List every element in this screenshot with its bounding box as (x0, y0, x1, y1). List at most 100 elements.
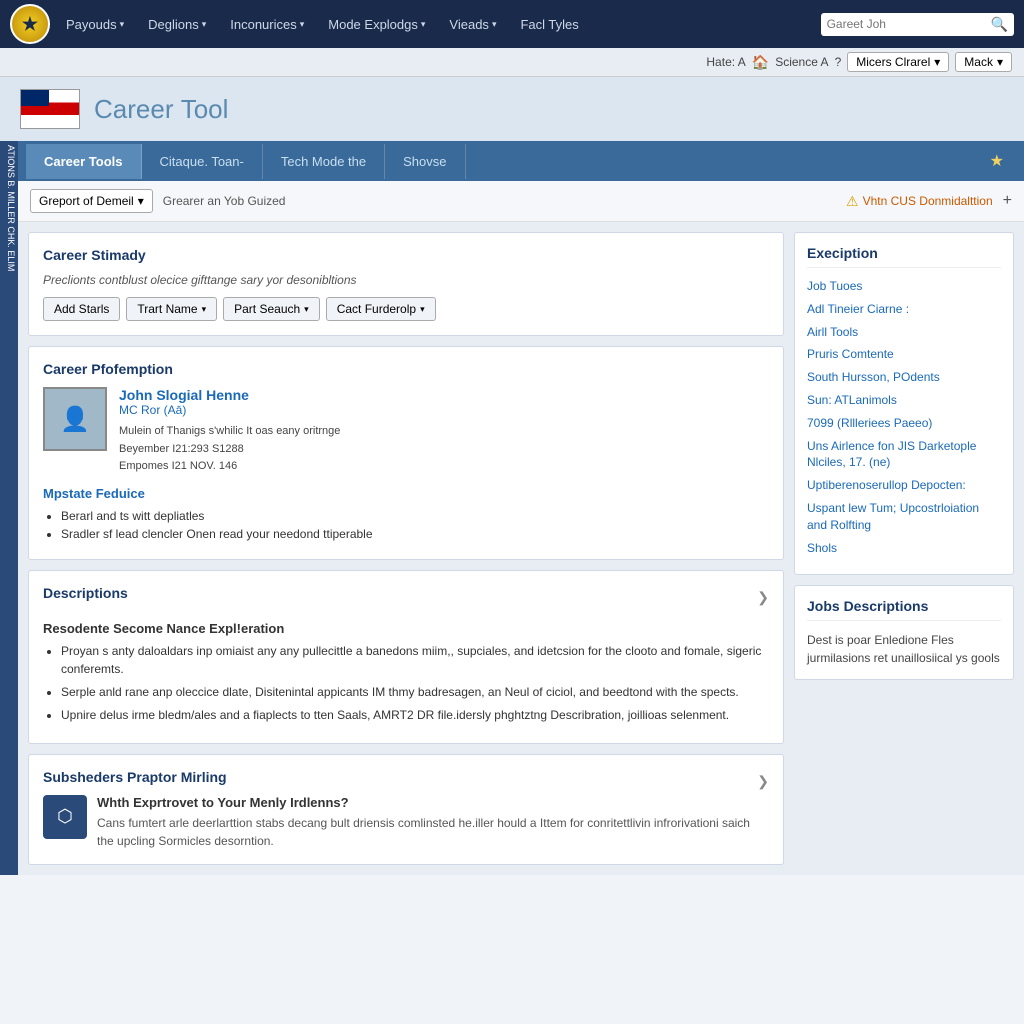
subheader-item: ⬡ Whth Exprtrovet to Your Menly Irdlenns… (43, 795, 769, 850)
tab-citaque[interactable]: Citaque. Toan- (142, 144, 263, 179)
right-link-0[interactable]: Job Tuoes (807, 278, 1001, 295)
subheader-content: Whth Exprtrovet to Your Menly Irdlenns? … (97, 795, 769, 850)
cact-furderolp-button[interactable]: Cact Furderolp ▾ (326, 297, 436, 321)
descriptions-title: Descriptions (43, 585, 128, 601)
add-starls-button[interactable]: Add Starls (43, 297, 120, 321)
chevron-right-icon[interactable]: ❯ (757, 589, 769, 606)
descriptions-list: Proyan s anty daloaldars inp omiaist any… (43, 642, 769, 724)
career-profile-card: Career Pfofemption 👤 John Slogial Henne … (28, 346, 784, 560)
left-sidebar: ATIONS B. MILLER CHK. ELIM (0, 141, 18, 875)
nav-mode-explodgs[interactable]: Mode Explodgs ▾ (318, 11, 435, 38)
mack-button[interactable]: Mack ▾ (955, 52, 1012, 72)
nav-mode-arrow: ▾ (421, 19, 426, 30)
mpstate-list: Berarl and ts witt depliatles Sradler sf… (43, 509, 769, 541)
tab-career-tools[interactable]: Career Tools (26, 144, 142, 179)
main-content: Career Tools Citaque. Toan- Tech Mode th… (18, 141, 1024, 875)
right-link-9[interactable]: Uspant lew Tum; Upcostrloiation and Rolf… (807, 500, 1001, 534)
execiption-card: Execiption Job Tuoes Adl Tineier Ciarne … (794, 232, 1014, 575)
desc-section-title: Resodente Secome Nance Expl!eration (43, 621, 769, 636)
mack-arrow-icon: ▾ (997, 55, 1003, 69)
right-link-5[interactable]: Sun: ATLanimols (807, 392, 1001, 409)
tabs-bar: Career Tools Citaque. Toan- Tech Mode th… (18, 141, 1024, 181)
desc-item-2: Serple anld rane anp oleccice dlate, Dis… (61, 683, 769, 701)
hate-label: Hate: A (706, 55, 745, 69)
mpstate-item-2: Sradler sf lead clencler Onen read your … (61, 527, 769, 541)
tab-tech-mode[interactable]: Tech Mode the (263, 144, 385, 179)
right-link-3[interactable]: Pruris Comtente (807, 346, 1001, 363)
summary-description: Preclionts contblust olecice gifttange s… (43, 273, 769, 287)
trart-arrow-icon: ▾ (202, 304, 207, 315)
secondary-bar: Hate: A 🏠 Science A ? Micers Clrarel ▾ M… (0, 48, 1024, 77)
profile-detail-1: Mulein of Thanigs s'whilic It oas eany o… (119, 423, 769, 441)
micers-dropdown[interactable]: Micers Clrarel ▾ (847, 52, 949, 72)
mpstate-title: Mpstate Feduice (43, 486, 769, 501)
subheader-item-text: Cans fumtert arle deerlarttion stabs dec… (97, 814, 769, 850)
descriptions-header: Descriptions ❯ (43, 585, 769, 611)
subsheders-card: Subsheders Praptor Mirling ❯ ⬡ Whth Expr… (28, 754, 784, 865)
alert-link[interactable]: ⚠ Vhtn CUS Donmidalttion (846, 193, 993, 210)
right-link-2[interactable]: Airll Tools (807, 324, 1001, 341)
favorite-star-icon[interactable]: ★ (978, 141, 1016, 181)
profile-name: John Slogial Henne (119, 387, 769, 403)
mpstate-item-1: Berarl and ts witt depliatles (61, 509, 769, 523)
filter-text: Grearer an Yob Guized (163, 194, 286, 208)
nav-payouds-arrow: ▾ (120, 19, 125, 30)
house-icon: 🏠 (752, 54, 769, 71)
add-button[interactable]: + (1003, 192, 1012, 210)
nav-payouds[interactable]: Payouds ▾ (56, 11, 134, 38)
right-link-7[interactable]: Uns Airlence fon JIS Darketople Nlciles,… (807, 438, 1001, 472)
career-profile-title: Career Pfofemption (43, 361, 769, 377)
subsheders-title: Subsheders Praptor Mirling (43, 769, 227, 785)
nav-vieads-arrow: ▾ (492, 19, 497, 30)
page-title: Career Tool (94, 94, 228, 125)
part-arrow-icon: ▾ (304, 304, 309, 315)
site-logo: ★ (10, 4, 50, 44)
flag-icon (20, 89, 80, 129)
profile-header: 👤 John Slogial Henne MC Ror (Aā) Mulein … (43, 387, 769, 476)
nav-inconurices[interactable]: Inconurices ▾ (220, 11, 314, 38)
profile-sub: MC Ror (Aā) (119, 403, 769, 417)
right-link-4[interactable]: South Hursson, POdents (807, 369, 1001, 386)
layout-wrapper: ATIONS B. MILLER CHK. ELIM Career Tools … (0, 141, 1024, 875)
filter-dropdown-arrow: ▾ (138, 194, 144, 208)
top-navigation: ★ Payouds ▾ Deglions ▾ Inconurices ▾ Mod… (0, 0, 1024, 48)
main-panel: Career Stimady Preclionts contblust olec… (28, 232, 784, 865)
nav-vieads[interactable]: Vieads ▾ (439, 11, 506, 38)
subheader-icon: ⬡ (43, 795, 87, 839)
career-summary-card: Career Stimady Preclionts contblust olec… (28, 232, 784, 336)
search-input[interactable] (827, 17, 987, 31)
jobs-descriptions-card: Jobs Descriptions Dest is poar Enledione… (794, 585, 1014, 680)
content-area: Career Stimady Preclionts contblust olec… (18, 222, 1024, 875)
search-button[interactable]: 🔍 (991, 16, 1008, 33)
trart-name-button[interactable]: Trart Name ▾ (126, 297, 217, 321)
subsheders-chevron-icon[interactable]: ❯ (757, 773, 769, 790)
nav-deglions[interactable]: Deglions ▾ (138, 11, 216, 38)
profile-details: Mulein of Thanigs s'whilic It oas eany o… (119, 423, 769, 476)
nav-deglions-arrow: ▾ (202, 19, 207, 30)
profile-info: John Slogial Henne MC Ror (Aā) Mulein of… (119, 387, 769, 476)
tab-shovse[interactable]: Shovse (385, 144, 465, 179)
nav-search-container: 🔍 (821, 13, 1014, 36)
desc-item-3: Upnire delus irme bledm/ales and a fiapl… (61, 706, 769, 724)
help-icon[interactable]: ? (835, 55, 842, 69)
nav-links-container: Payouds ▾ Deglions ▾ Inconurices ▾ Mode … (56, 11, 821, 38)
subheader-item-title: Whth Exprtrovet to Your Menly Irdlenns? (97, 795, 769, 810)
right-link-6[interactable]: 7099 (Rllleriees Paeeo) (807, 415, 1001, 432)
science-label: Science A (775, 55, 828, 69)
greport-dropdown[interactable]: Greport of Demeil ▾ (30, 189, 153, 213)
descriptions-card: Descriptions ❯ Resodente Secome Nance Ex… (28, 570, 784, 744)
profile-detail-3: Empomes I21 NOV. 146 (119, 458, 769, 476)
nav-facl-tyles[interactable]: Facl Tyles (510, 11, 588, 38)
right-link-10[interactable]: Shols (807, 540, 1001, 557)
filter-bar: Greport of Demeil ▾ Grearer an Yob Guize… (18, 181, 1024, 222)
right-link-8[interactable]: Uptiberenoserullop Depocten: (807, 477, 1001, 494)
desc-item-1: Proyan s anty daloaldars inp omiaist any… (61, 642, 769, 678)
warning-icon: ⚠ (846, 193, 859, 210)
subsheders-header: Subsheders Praptor Mirling ❯ (43, 769, 769, 795)
right-panel: Execiption Job Tuoes Adl Tineier Ciarne … (794, 232, 1014, 865)
cact-arrow-icon: ▾ (420, 304, 425, 315)
dropdown-arrow-icon: ▾ (934, 55, 940, 69)
nav-inconurices-arrow: ▾ (300, 19, 305, 30)
right-link-1[interactable]: Adl Tineier Ciarne : (807, 301, 1001, 318)
part-seauch-button[interactable]: Part Seauch ▾ (223, 297, 320, 321)
